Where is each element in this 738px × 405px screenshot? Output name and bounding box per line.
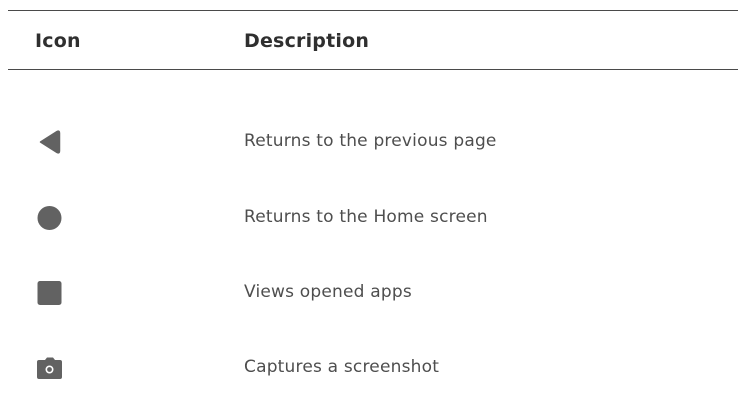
table-header: Icon Description	[8, 11, 738, 69]
table-body: Returns to the previous page Returns to …	[8, 70, 738, 390]
row-description: Captures a screenshot	[244, 357, 440, 377]
navigation-icons-table: Icon Description Returns to the previous…	[8, 10, 738, 390]
table-row: Views opened apps	[8, 273, 738, 313]
table-row: Returns to the previous page	[8, 122, 738, 162]
back-triangle-icon	[36, 129, 64, 155]
row-description: Returns to the Home screen	[244, 207, 488, 227]
table-row: Captures a screenshot	[8, 348, 738, 388]
camera-icon	[36, 355, 64, 381]
column-header-icon: Icon	[35, 30, 81, 52]
column-header-description: Description	[244, 30, 370, 52]
row-description: Views opened apps	[244, 282, 412, 302]
table-row: Returns to the Home screen	[8, 198, 738, 238]
row-description: Returns to the previous page	[244, 131, 497, 151]
home-circle-icon	[36, 205, 64, 231]
recent-apps-square-icon	[36, 280, 64, 306]
